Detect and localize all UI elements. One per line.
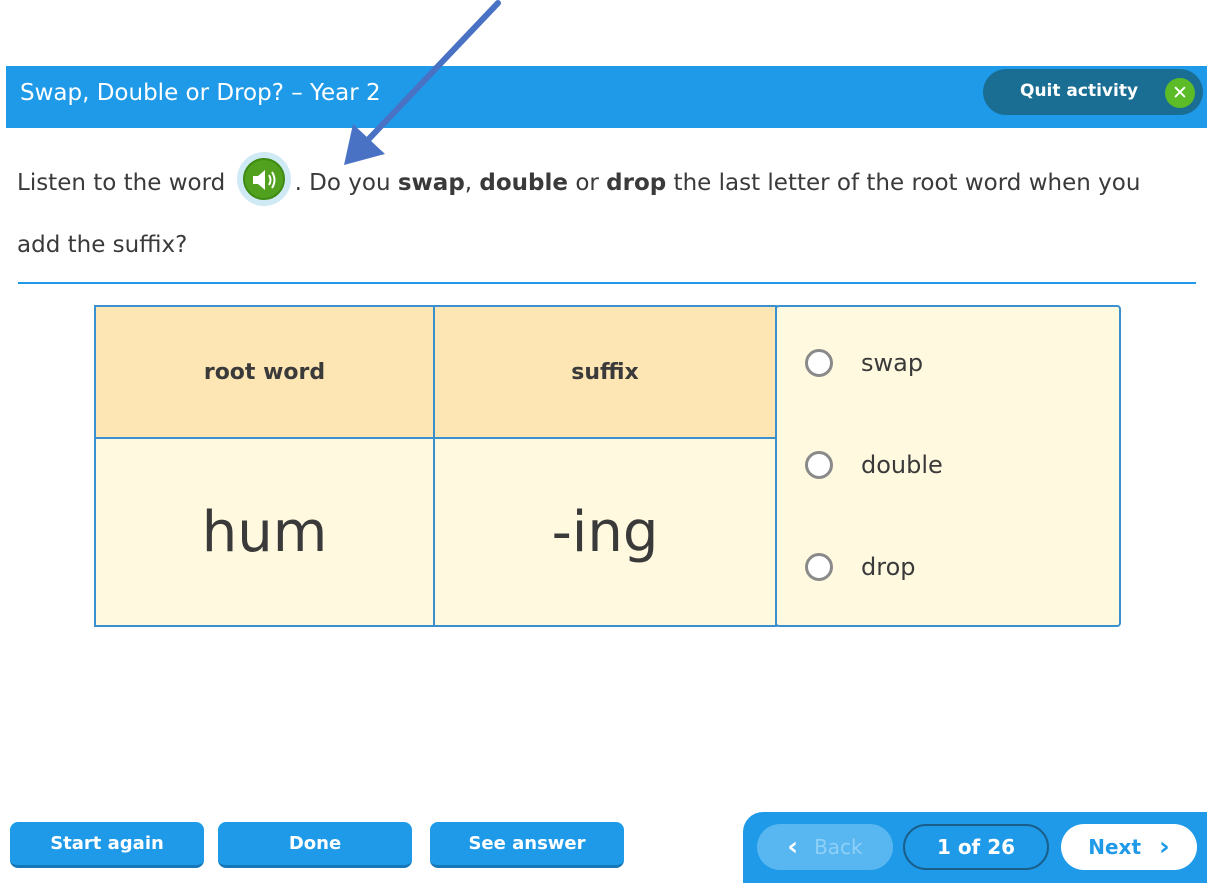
pagination-bar: ‹ Back 1 of 26 Next › [743,812,1207,883]
instruction-drop: drop [606,170,667,196]
divider [18,282,1196,284]
back-button[interactable]: ‹ Back [757,824,893,870]
option-label: double [861,451,943,479]
suffix-header: suffix [433,305,777,439]
next-button[interactable]: Next › [1061,824,1197,870]
suffix-value: -ing [433,437,777,627]
option-drop[interactable]: drop [805,549,916,585]
radio-button[interactable] [805,553,833,581]
word-table: root word suffix hum -ing swap double dr… [94,305,1121,627]
page-indicator: 1 of 26 [903,824,1049,870]
instruction-or: or [568,170,607,196]
back-label: Back [814,835,863,859]
close-icon: ✕ [1165,78,1195,108]
quit-activity-label: Quit activity [1020,81,1139,101]
root-word-header: root word [94,305,435,439]
done-button[interactable]: Done [218,822,412,868]
root-word-value: hum [94,437,435,627]
see-answer-button[interactable]: See answer [430,822,624,868]
option-double[interactable]: double [805,447,943,483]
answer-options: swap double drop [775,305,1121,627]
option-label: swap [861,349,924,377]
chevron-right-icon: › [1159,832,1170,862]
radio-button[interactable] [805,451,833,479]
pointer-arrow-icon [344,0,501,165]
next-label: Next [1088,835,1142,859]
option-label: drop [861,553,916,581]
radio-button[interactable] [805,349,833,377]
option-swap[interactable]: swap [805,345,923,381]
quit-activity-button[interactable]: Quit activity ✕ [983,69,1203,115]
start-again-button[interactable]: Start again [10,822,204,868]
chevron-left-icon: ‹ [787,832,799,862]
